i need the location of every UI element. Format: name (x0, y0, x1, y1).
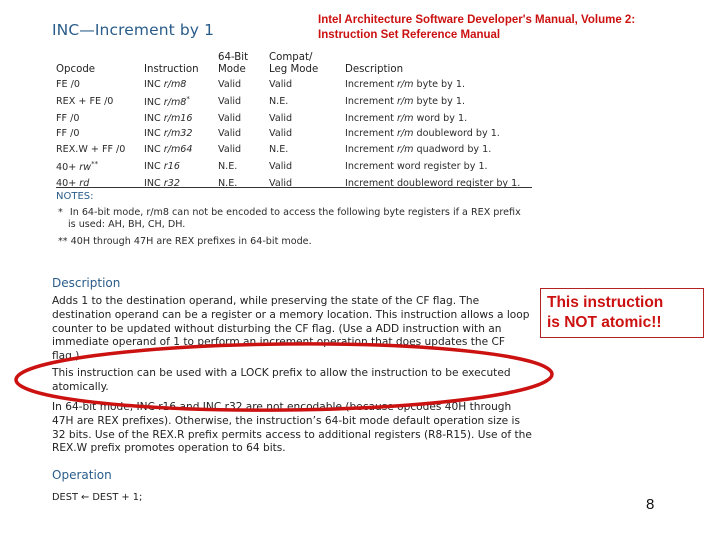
note-2: ** 40H through 47H are REX prefixes in 6… (58, 236, 312, 247)
cell-opcode: FF /0 (56, 113, 80, 124)
cell-64bit-mode: Valid (218, 113, 242, 124)
cell-opcode: FF /0 (56, 128, 80, 140)
operation-code: DEST ← DEST + 1; (52, 492, 143, 503)
cell-description: Increment r/m quadword by 1. (345, 143, 492, 155)
column-header-compat-mode: Compat/Leg Mode (269, 52, 319, 75)
column-header-opcode: Opcode (56, 64, 96, 75)
cell-64bit-mode: N.E. (218, 160, 238, 172)
cell-compat-mode: Valid (269, 160, 293, 172)
cell-description: Increment word register by 1. (345, 160, 488, 172)
cell-compat-mode: Valid (269, 79, 293, 90)
cell-opcode: 40+ rd (56, 177, 90, 189)
column-header-instruction: Instruction (144, 64, 199, 75)
cell-description: Increment r/m doubleword by 1. (345, 128, 500, 140)
cell-instruction: INC r/m64 (144, 143, 193, 155)
cell-instruction: INC r/m16 (144, 113, 193, 124)
cell-64bit-mode: Valid (218, 128, 242, 140)
operation-heading: Operation (52, 468, 112, 482)
opcode-table-row: FF /0 INC r/m32 Valid Valid Increment r/m do… (56, 126, 535, 141)
column-header-64bit-mode: 64-Bit Mode (218, 52, 249, 75)
opcode-table-header: Opcode Instruction 64-Bit Mode Compat/Leg… (56, 52, 535, 77)
cell-64bit-mode: Valid (218, 96, 242, 107)
note-1: * In 64-bit mode, r/m8 can not be encode… (58, 207, 521, 231)
cell-64bit-mode: Valid (218, 79, 242, 90)
description-paragraph-1: Adds 1 to the destination operand, while… (52, 295, 530, 363)
callout-line-2: is NOT atomic!! (547, 314, 662, 331)
cell-description: Increment r/m word by 1. (345, 113, 468, 124)
opcode-table-row: REX.W + FF /0 INC r/m64 Valid N.E. Increment… (56, 142, 535, 157)
cell-opcode: FE /0 (56, 79, 80, 90)
notes-heading: NOTES: (56, 191, 94, 202)
cell-instruction: INC r32 (144, 177, 180, 189)
source-line-2: Instruction Set Reference Manual (318, 29, 501, 41)
table-divider (56, 187, 532, 188)
cell-instruction: INC r16 (144, 160, 180, 172)
opcode-table-row: FE /0 INC r/m8 Valid Valid Increment r/m byt… (56, 77, 535, 92)
cell-compat-mode: N.E. (269, 96, 289, 107)
cell-compat-mode: Valid (269, 177, 293, 189)
cell-opcode: 40+ rw** (56, 160, 99, 174)
cell-64bit-mode: Valid (218, 143, 242, 155)
callout-line-1: This instruction (547, 294, 664, 311)
description-heading: Description (52, 276, 121, 290)
cell-instruction: INC r/m32 (144, 128, 193, 140)
cell-opcode: REX + FE /0 (56, 96, 114, 107)
cell-64bit-mode: N.E. (218, 177, 238, 189)
cell-opcode: REX.W + FF /0 (56, 143, 126, 155)
cell-compat-mode: N.E. (269, 143, 289, 155)
callout-box: This instruction is NOT atomic!! (540, 288, 704, 338)
opcode-table-row: 40+ rd INC r32 N.E. Valid Increment doublewo… (56, 176, 535, 191)
page-number: 8 (646, 496, 655, 513)
cell-instruction: INC r/m8* (144, 95, 190, 109)
opcode-table-row: FF /0 INC r/m16 Valid Valid Increment r/m wo… (56, 111, 535, 126)
opcode-table: Opcode Instruction 64-Bit Mode Compat/Leg… (56, 52, 535, 191)
description-paragraph-lock: This instruction can be used with a LOCK… (52, 367, 511, 393)
description-paragraph-64bit: In 64-bit mode, INC r16 and INC r32 are … (52, 401, 532, 455)
note-1-line-1: In 64-bit mode, r/m8 can not be encoded … (69, 207, 521, 218)
cell-description: Increment r/m byte by 1. (345, 79, 466, 90)
note-1-line-2: is used: AH, BH, CH, DH. (68, 219, 186, 230)
opcode-table-row: REX + FE /0 INC r/m8* Valid N.E. Increment r… (56, 92, 535, 111)
cell-instruction: INC r/m8 (144, 79, 187, 90)
source-line-1: Intel Architecture Software Developer's … (318, 14, 636, 26)
instruction-title: INC—Increment by 1 (52, 21, 215, 39)
opcode-table-row: 40+ rw** INC r16 N.E. Valid Increment word r… (56, 157, 535, 176)
cell-description: Increment doubleword register by 1. (345, 177, 521, 189)
cell-description: Increment r/m byte by 1. (345, 96, 466, 107)
cell-compat-mode: Valid (269, 128, 293, 140)
column-header-description: Description (345, 64, 404, 75)
note-1-marker: * (58, 207, 63, 218)
cell-compat-mode: Valid (269, 113, 293, 124)
source-citation: Intel Architecture Software Developer's … (318, 13, 635, 43)
